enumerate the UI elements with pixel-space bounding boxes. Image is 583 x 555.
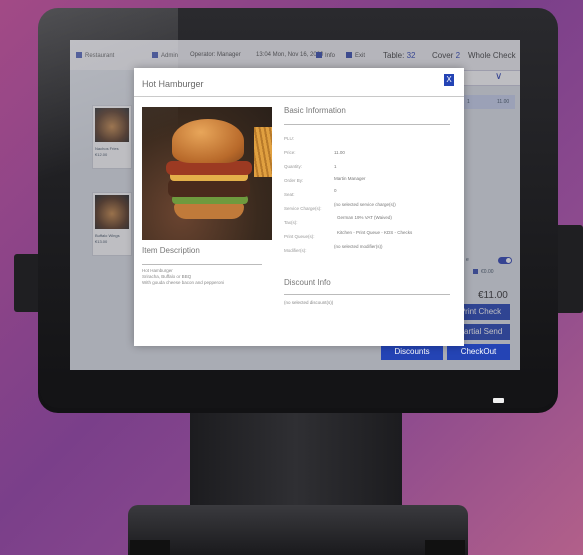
field-label: Print Queue(s): xyxy=(284,234,315,239)
field-label: Seat: xyxy=(284,192,295,197)
discount-info-text: (no selected discount(s)) xyxy=(284,300,334,305)
pos-screen: Restaurant Admin Operator: Manager 13:04… xyxy=(70,40,520,370)
field-value: (no selected service charge(s)) xyxy=(334,202,396,207)
item-detail-modal: Hot Hamburger X Item Description Hot Ham… xyxy=(134,68,464,346)
field-label: Service Charge(s): xyxy=(284,206,322,211)
bun-top-graphic xyxy=(172,119,244,163)
fries-graphic xyxy=(254,127,272,177)
field-label: PLU: xyxy=(284,136,295,141)
patty-graphic xyxy=(168,179,250,197)
field-label: Tax(s): xyxy=(284,220,298,225)
field-value: (no selected modifier(s)) xyxy=(334,244,383,249)
field-label: Quantity: xyxy=(284,164,303,169)
modal-title: Hot Hamburger xyxy=(142,79,204,89)
field-label: Order By: xyxy=(284,178,304,183)
modal-divider xyxy=(134,96,464,97)
item-description-text: Hot Hamburger Sriracha, Buffalo or BBQ W… xyxy=(142,268,225,285)
section-divider xyxy=(284,124,450,125)
field-value: 0 xyxy=(334,188,337,193)
section-divider xyxy=(284,294,450,295)
field-label: Price: xyxy=(284,150,296,155)
field-value: 11.00 xyxy=(334,150,345,155)
basic-info-title: Basic Information xyxy=(284,106,346,115)
monitor-base xyxy=(128,505,468,555)
field-value: German 19% VAT (Waived) xyxy=(337,215,392,220)
bezel-bottom xyxy=(40,372,556,408)
field-value: 1 xyxy=(334,164,337,169)
field-value: Kitchen - Print Queue - KDS - Checks xyxy=(337,230,413,235)
field-value: Martin Manager xyxy=(334,176,366,181)
item-image xyxy=(142,107,272,240)
discount-info-title: Discount Info xyxy=(284,278,331,287)
discounts-button[interactable]: Discounts xyxy=(381,344,443,360)
section-divider xyxy=(142,264,262,265)
item-description-title: Item Description xyxy=(142,246,200,255)
checkout-button[interactable]: CheckOut xyxy=(447,344,510,360)
bun-bottom-graphic xyxy=(174,203,244,219)
close-button[interactable]: X xyxy=(444,74,454,86)
power-led xyxy=(493,398,504,403)
field-label: Modifier(s): xyxy=(284,248,307,253)
bacon-graphic xyxy=(166,161,252,175)
stand-foot-right xyxy=(425,540,465,555)
stand-foot-left xyxy=(130,540,170,555)
